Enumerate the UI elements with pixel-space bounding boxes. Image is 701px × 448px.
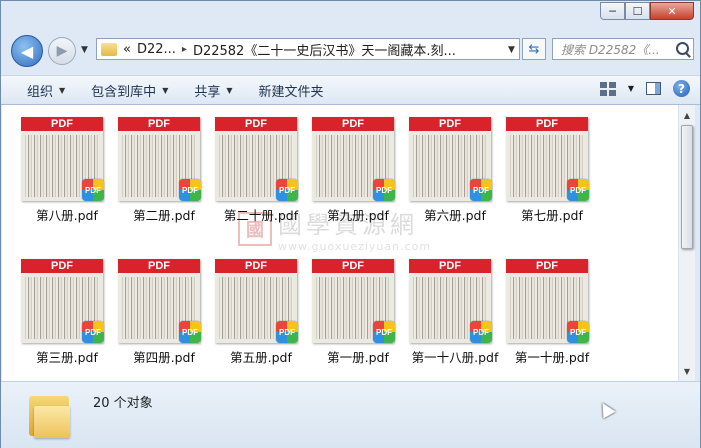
breadcrumb-overflow[interactable]: «	[123, 42, 131, 57]
file-name: 第二十册.pdf	[223, 208, 299, 223]
recent-pages-dropdown-icon[interactable]: ▼	[81, 45, 88, 55]
chevron-down-icon: ▼	[59, 85, 66, 95]
address-dropdown-icon[interactable]: ▼	[508, 45, 515, 55]
file-name: 第二册.pdf	[133, 208, 195, 223]
pdf-app-icon: PDF	[567, 179, 589, 201]
breadcrumb-separator-icon[interactable]: ▸	[182, 44, 187, 55]
pdf-band: PDF	[215, 259, 297, 273]
file-name: 第七册.pdf	[521, 208, 583, 223]
pdf-band: PDF	[409, 259, 491, 273]
back-button[interactable]: ◀	[11, 35, 43, 67]
address-bar[interactable]: « D22... ▸ D22582《二十一史后汉书》天一阁藏本.刻...	[96, 38, 520, 60]
file-item[interactable]: PDF PDF 第一十八册.pdf	[406, 259, 504, 371]
file-name: 第五册.pdf	[230, 350, 292, 365]
file-item[interactable]: PDF PDF 第二册.pdf	[115, 117, 213, 229]
scroll-down-icon[interactable]: ▼	[679, 363, 695, 379]
navigation-bar: ◀ ▶ ▼ « D22... ▸ D22582《二十一史后汉书》天一阁藏本.刻.…	[1, 31, 700, 71]
pdf-band: PDF	[506, 117, 588, 131]
file-item[interactable]: PDF PDF 第二十册.pdf	[212, 117, 310, 229]
file-item[interactable]: PDF PDF 第七册.pdf	[503, 117, 601, 229]
toolbar-right-group: ▼ ?	[599, 80, 690, 97]
file-item[interactable]: PDF PDF 第一十册.pdf	[503, 259, 601, 371]
pdf-band: PDF	[21, 259, 103, 273]
pdf-app-icon: PDF	[82, 179, 104, 201]
pdf-app-icon: PDF	[470, 321, 492, 343]
share-button[interactable]: 共享 ▼	[194, 81, 232, 100]
new-folder-label: 新建文件夹	[258, 84, 324, 100]
pdf-app-icon: PDF	[179, 321, 201, 343]
new-folder-button[interactable]: 新建文件夹	[259, 81, 324, 100]
share-label: 共享	[194, 84, 221, 100]
pdf-band: PDF	[506, 259, 588, 273]
forward-arrow-icon: ▶	[56, 43, 68, 59]
search-icon[interactable]	[676, 42, 689, 55]
pdf-app-icon: PDF	[179, 179, 201, 201]
refresh-button[interactable]: ⇆	[522, 38, 546, 60]
file-name: 第六册.pdf	[424, 208, 486, 223]
file-list[interactable]: 國 國學資源網 www.guoxueziyuan.com PDF PDF 第八册…	[2, 105, 678, 381]
pdf-app-icon: PDF	[82, 321, 104, 343]
pdf-band: PDF	[118, 117, 200, 131]
back-arrow-icon: ◀	[20, 41, 34, 61]
chevron-down-icon: ▼	[226, 85, 233, 95]
minimize-button[interactable]: ─	[600, 2, 625, 20]
include-in-library-button[interactable]: 包含到库中 ▼	[91, 81, 168, 100]
organize-button[interactable]: 组织 ▼	[27, 81, 65, 100]
pdf-app-icon: PDF	[470, 179, 492, 201]
search-placeholder: 搜索 D22582《...	[561, 42, 660, 57]
pdf-app-icon: PDF	[567, 321, 589, 343]
folder-icon	[29, 392, 71, 438]
file-name: 第一册.pdf	[327, 350, 389, 365]
maximize-button[interactable]: ☐	[625, 2, 650, 20]
file-item[interactable]: PDF PDF 第四册.pdf	[115, 259, 213, 371]
pdf-app-icon: PDF	[276, 321, 298, 343]
chevron-down-icon: ▼	[162, 85, 169, 95]
folder-icon	[101, 42, 117, 56]
pdf-app-icon: PDF	[373, 179, 395, 201]
pdf-band: PDF	[312, 117, 394, 131]
file-name: 第一十八册.pdf	[411, 350, 499, 365]
file-name: 第三册.pdf	[36, 350, 98, 365]
view-options-chevron-icon[interactable]: ▼	[628, 84, 634, 93]
vertical-scrollbar[interactable]: ▲ ▼	[678, 105, 695, 381]
pdf-band: PDF	[215, 117, 297, 131]
file-item[interactable]: PDF PDF 第五册.pdf	[212, 259, 310, 371]
explorer-window: ─ ☐ ✕ ◀ ▶ ▼ « D22... ▸ D22582《二十一史后汉书》天一…	[0, 0, 701, 448]
details-pane: 20 个对象	[1, 381, 700, 448]
help-icon[interactable]: ?	[673, 80, 690, 97]
pdf-band: PDF	[21, 117, 103, 131]
file-name: 第八册.pdf	[36, 208, 98, 223]
pdf-app-icon: PDF	[373, 321, 395, 343]
file-item[interactable]: PDF PDF 第六册.pdf	[406, 117, 504, 229]
file-name: 第九册.pdf	[327, 208, 389, 223]
pdf-band: PDF	[409, 117, 491, 131]
close-button[interactable]: ✕	[650, 2, 694, 20]
breadcrumb-item-parent[interactable]: D22...	[137, 42, 176, 57]
file-item[interactable]: PDF PDF 第九册.pdf	[309, 117, 407, 229]
change-view-icon[interactable]	[599, 81, 616, 96]
preview-pane-icon[interactable]	[646, 82, 661, 95]
scrollbar-thumb[interactable]	[681, 125, 693, 249]
pdf-app-icon: PDF	[276, 179, 298, 201]
breadcrumb-item-current[interactable]: D22582《二十一史后汉书》天一阁藏本.刻...	[193, 40, 456, 59]
file-item[interactable]: PDF PDF 第八册.pdf	[18, 117, 116, 229]
pdf-band: PDF	[118, 259, 200, 273]
command-bar: 组织 ▼ 包含到库中 ▼ 共享 ▼ 新建文件夹 ▼ ?	[1, 75, 700, 105]
file-item[interactable]: PDF PDF 第三册.pdf	[18, 259, 116, 371]
refresh-icon: ⇆	[528, 41, 540, 57]
caption-buttons: ─ ☐ ✕	[600, 2, 694, 20]
search-input[interactable]: 搜索 D22582《...	[552, 38, 694, 60]
file-name: 第一十册.pdf	[514, 350, 590, 365]
forward-button[interactable]: ▶	[48, 37, 76, 65]
pdf-band: PDF	[312, 259, 394, 273]
scroll-up-icon[interactable]: ▲	[679, 107, 695, 123]
organize-label: 组织	[27, 84, 54, 100]
file-name: 第四册.pdf	[133, 350, 195, 365]
watermark-url: www.guoxueziyuan.com	[278, 240, 432, 253]
file-item[interactable]: PDF PDF 第一册.pdf	[309, 259, 407, 371]
include-in-library-label: 包含到库中	[91, 84, 157, 100]
item-count: 20 个对象	[93, 396, 153, 411]
